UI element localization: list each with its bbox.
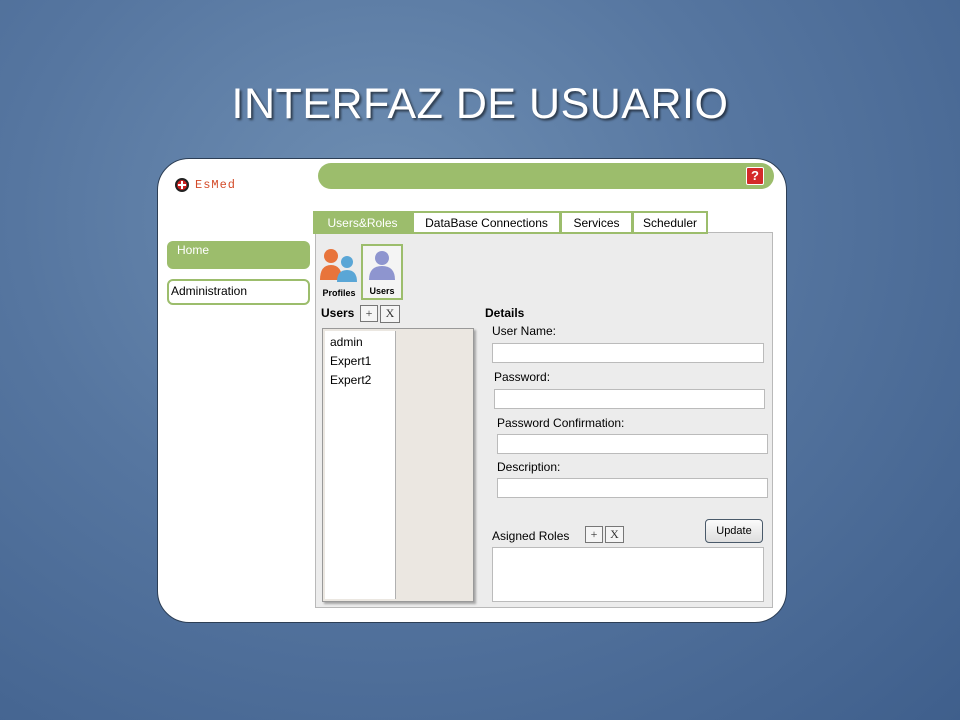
nav-home-button[interactable]: Home (167, 241, 310, 269)
tab-database-connections[interactable]: DataBase Connections (413, 211, 561, 234)
logo-text: EsMed (195, 178, 237, 192)
help-icon[interactable]: ? (746, 167, 764, 185)
description-field[interactable] (497, 478, 768, 498)
add-role-button[interactable]: + (585, 526, 603, 543)
nav-administration-button[interactable]: Administration (167, 279, 310, 305)
user-name-field[interactable] (492, 343, 764, 363)
app-logo: EsMed (175, 175, 236, 195)
update-button[interactable]: Update (705, 519, 763, 543)
subtab-profiles[interactable]: Profiles (318, 244, 360, 300)
tab-scheduler[interactable]: Scheduler (633, 211, 708, 234)
top-bar: ? (318, 163, 774, 189)
tab-services[interactable]: Services (561, 211, 633, 234)
subtab-profiles-label: Profiles (322, 288, 356, 298)
tab-bar: Users&Roles DataBase Connections Service… (313, 211, 708, 234)
subtab-users[interactable]: Users (361, 244, 403, 300)
description-label: Description: (497, 460, 561, 474)
users-list[interactable]: admin Expert1 Expert2 (325, 331, 396, 599)
password-confirmation-label: Password Confirmation: (497, 416, 625, 430)
details-title: Details (485, 306, 525, 320)
profiles-icon (320, 249, 357, 282)
password-label: Password: (494, 370, 551, 384)
slide-title: INTERFAZ DE USUARIO (231, 80, 729, 128)
password-field[interactable] (494, 389, 765, 409)
subtab-users-label: Users (369, 286, 395, 296)
add-user-button[interactable]: + (360, 305, 378, 322)
remove-user-button[interactable]: X (380, 305, 400, 323)
user-name-label: User Name: (492, 324, 557, 338)
remove-role-button[interactable]: X (605, 526, 624, 543)
list-item[interactable]: Expert2 (325, 371, 395, 390)
tab-users-roles[interactable]: Users&Roles (313, 211, 413, 234)
list-item[interactable]: Expert1 (325, 352, 395, 371)
assigned-roles-label: Asigned Roles (492, 529, 570, 543)
password-confirmation-field[interactable] (497, 434, 768, 454)
assigned-roles-list[interactable] (492, 547, 764, 602)
medical-cross-icon (175, 178, 189, 192)
users-panel-title: Users (321, 306, 355, 320)
users-list-container: admin Expert1 Expert2 (322, 328, 474, 602)
app-window: EsMed ? Home Administration Users&Roles … (157, 158, 787, 623)
list-item[interactable]: admin (325, 333, 395, 352)
user-icon (369, 251, 395, 280)
